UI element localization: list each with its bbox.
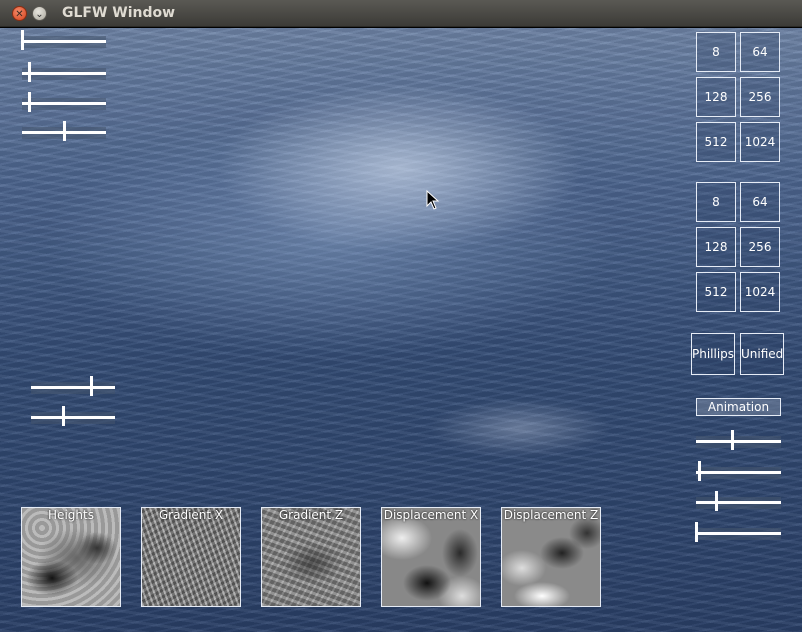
slider-track — [22, 40, 106, 43]
unified-spectrum-button[interactable]: Unified — [740, 333, 784, 375]
slider-1[interactable] — [21, 30, 106, 50]
slider-thumb[interactable] — [90, 376, 94, 396]
slider-track — [696, 532, 781, 535]
slider-thumb[interactable] — [730, 430, 734, 450]
gradient-z-texture-preview: Gradient Z — [261, 507, 361, 607]
close-window-button[interactable]: ✕ — [12, 6, 27, 21]
slider-track — [31, 416, 115, 419]
resolution-button-128[interactable]: 128 — [696, 77, 736, 117]
resolution-button-1024[interactable]: 1024 — [740, 272, 780, 312]
slider-track — [696, 471, 781, 474]
displacement-z-texture-preview: Displacement Z — [501, 507, 601, 607]
window-title: GLFW Window — [62, 5, 176, 21]
slider-9[interactable] — [696, 491, 781, 511]
slider-thumb[interactable] — [21, 30, 24, 50]
phillips-spectrum-button[interactable]: Phillips — [691, 333, 735, 375]
texture-label: Displacement Z — [503, 508, 599, 522]
slider-8[interactable] — [696, 461, 781, 481]
slider-10[interactable] — [695, 522, 781, 542]
slider-thumb[interactable] — [715, 491, 719, 511]
slider-thumb[interactable] — [27, 92, 31, 112]
resolution-button-512[interactable]: 512 — [696, 272, 736, 312]
window-titlebar[interactable]: ✕ ⌄ GLFW Window — [0, 0, 802, 27]
heights-texture-preview: Heights — [21, 507, 121, 607]
slider-thumb[interactable] — [61, 406, 65, 426]
slider-6[interactable] — [31, 406, 115, 426]
slider-2[interactable] — [22, 62, 106, 82]
slider-track — [31, 386, 115, 389]
resolution-button-64[interactable]: 64 — [740, 32, 780, 72]
texture-label: Gradient X — [158, 508, 224, 522]
slider-3[interactable] — [22, 92, 106, 112]
gradient-x-texture-preview: Gradient X — [141, 507, 241, 607]
texture-label: Heights — [48, 508, 94, 522]
resolution-button-256[interactable]: 256 — [740, 77, 780, 117]
resolution-button-64[interactable]: 64 — [740, 182, 780, 222]
slider-track — [22, 102, 106, 105]
slider-4[interactable] — [22, 121, 106, 141]
slider-thumb[interactable] — [695, 522, 698, 542]
slider-track — [696, 440, 781, 443]
slider-thumb[interactable] — [697, 461, 701, 481]
ocean-render-viewport[interactable]: 8 64 128 256 512 1024 8 64 128 256 512 1… — [0, 28, 802, 632]
resolution-button-512[interactable]: 512 — [696, 122, 736, 162]
resolution-button-8[interactable]: 8 — [696, 32, 736, 72]
slider-thumb[interactable] — [27, 62, 31, 82]
displacement-x-texture-preview: Displacement X — [381, 507, 481, 607]
resolution-button-1024[interactable]: 1024 — [740, 122, 780, 162]
slider-track — [696, 501, 781, 504]
slider-7[interactable] — [696, 430, 781, 450]
minimize-window-button[interactable]: ⌄ — [32, 6, 47, 21]
slider-5[interactable] — [31, 376, 115, 396]
animation-toggle-button[interactable]: Animation — [696, 398, 781, 416]
slider-thumb[interactable] — [63, 121, 66, 141]
slider-track — [22, 72, 106, 75]
resolution-button-256[interactable]: 256 — [740, 227, 780, 267]
mouse-cursor-icon — [426, 190, 440, 210]
resolution-button-128[interactable]: 128 — [696, 227, 736, 267]
resolution-button-8[interactable]: 8 — [696, 182, 736, 222]
texture-label: Gradient Z — [278, 508, 344, 522]
texture-label: Displacement X — [383, 508, 479, 522]
